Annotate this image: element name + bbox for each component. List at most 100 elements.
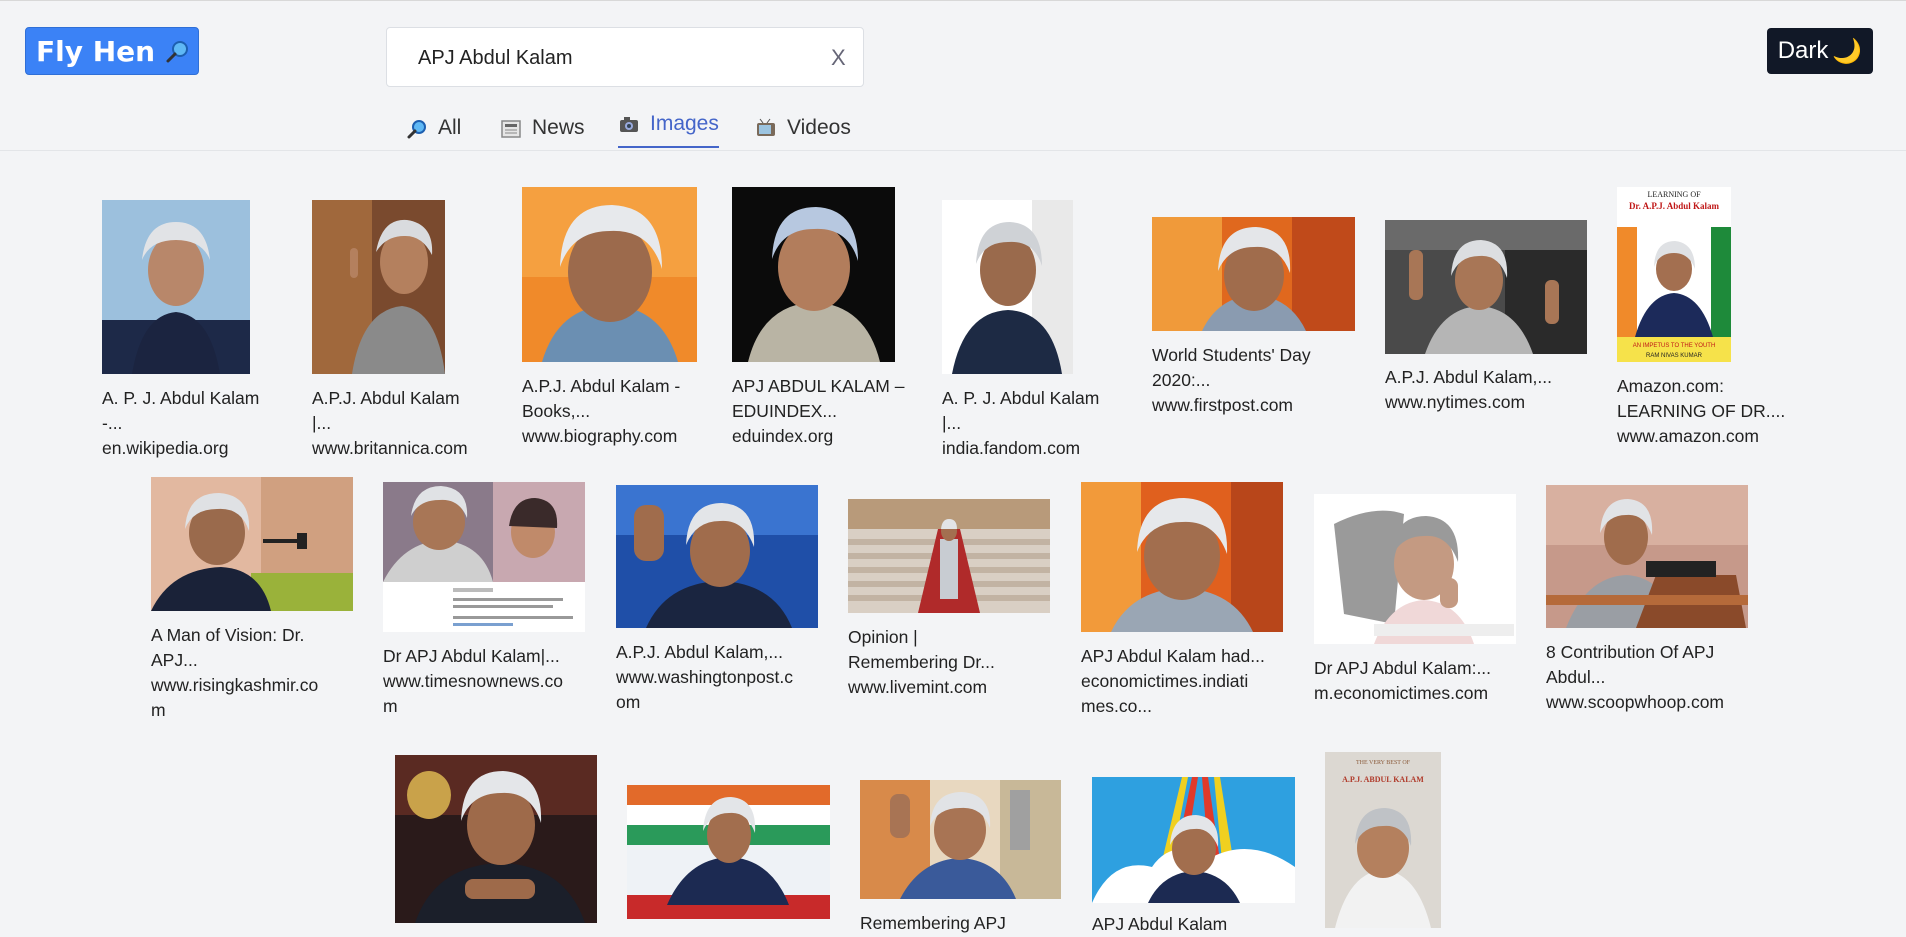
search-box: X: [386, 27, 864, 87]
search-input[interactable]: [416, 44, 800, 72]
result-title: APJ Abdul Kalam: [1092, 914, 1228, 934]
result-image[interactable]: THE VERY BEST OF A.P.J. ABDUL KALAM: [1325, 752, 1441, 928]
image-result[interactable]: A. P. J. Abdul Kalam -... en.wikipedia.or…: [102, 200, 262, 460]
result-image[interactable]: [1092, 777, 1295, 903]
result-title: A.P.J. Abdul Kalam,...: [616, 642, 783, 662]
result-image[interactable]: [1152, 217, 1355, 331]
result-image[interactable]: [942, 200, 1073, 374]
result-image[interactable]: [848, 499, 1050, 613]
image-result[interactable]: [627, 785, 837, 928]
book-cover-author-text: RAM NIVAS KUMAR: [1646, 353, 1703, 359]
result-image[interactable]: [732, 187, 895, 362]
image-result[interactable]: LEARNING OF Dr. A.P.J. Abdul Kalam AN IM…: [1617, 187, 1797, 457]
result-domain: www.nytimes.com: [1385, 392, 1526, 412]
camera-icon: [618, 114, 640, 136]
result-image[interactable]: [1385, 220, 1587, 354]
result-image[interactable]: [1081, 482, 1283, 632]
image-result[interactable]: A.P.J. Abdul Kalam,... www.washingtonpost…: [616, 485, 826, 725]
search-icon: [406, 118, 428, 140]
result-image[interactable]: LEARNING OF Dr. A.P.J. Abdul Kalam AN IM…: [1617, 187, 1731, 362]
image-result[interactable]: A Man of Vision: Dr. APJ... www.risingkas…: [151, 477, 361, 727]
result-image[interactable]: [151, 477, 353, 611]
result-domain: www.livemint.com: [848, 677, 988, 697]
image-result[interactable]: Dr APJ Abdul Kalam:... m.economictimes.co…: [1314, 494, 1524, 714]
book-cover-name-text: Dr. A.P.J. Abdul Kalam: [1629, 201, 1720, 211]
result-domain: eduindex.org: [732, 426, 834, 446]
image-result[interactable]: A.P.J. Abdul Kalam - Books,... www.biogra…: [522, 187, 702, 457]
result-image[interactable]: [1314, 494, 1516, 644]
tab-all[interactable]: All: [406, 116, 461, 152]
result-title: A Man of Vision: Dr. APJ...: [151, 625, 305, 670]
result-domain: economictimes.indiati mes.co...: [1081, 671, 1249, 716]
tab-images[interactable]: Images: [618, 112, 719, 148]
tab-label: Images: [650, 112, 719, 135]
result-domain: india.fandom.com: [942, 438, 1081, 458]
dark-mode-label: Dark: [1777, 37, 1829, 64]
result-title: Dr APJ Abdul Kalam:...: [1314, 658, 1492, 678]
result-domain: www.biography.com: [522, 426, 678, 446]
result-domain: www.scoopwhoop.com: [1546, 692, 1724, 712]
image-result[interactable]: Remembering APJ: [860, 780, 1070, 933]
clear-search-button[interactable]: X: [831, 45, 846, 71]
image-result[interactable]: 8 Contribution Of APJ Abdul... www.scoopw…: [1546, 485, 1756, 725]
magnifier-icon: [165, 38, 191, 64]
result-title: A.P.J. Abdul Kalam - Books,...: [522, 376, 681, 421]
result-domain: www.firstpost.com: [1152, 395, 1293, 415]
logo-button[interactable]: Fly Hen: [25, 27, 199, 75]
image-result[interactable]: A.P.J. Abdul Kalam |... www.britannica.co…: [312, 200, 482, 460]
book-cover-tag-text: AN IMPETUS TO THE YOUTH: [1633, 343, 1716, 349]
result-title: Dr APJ Abdul Kalam|...: [383, 646, 560, 666]
header: Fly Hen X Dark 🌙 All News Images Videos: [0, 0, 1906, 151]
tab-label: All: [438, 116, 462, 139]
result-title: Opinion | Remembering Dr...: [848, 627, 995, 672]
book-cover-2-name-text: A.P.J. ABDUL KALAM: [1342, 775, 1424, 784]
book-cover-top-text: LEARNING OF: [1647, 190, 1701, 199]
image-result[interactable]: APJ Abdul Kalam: [1092, 777, 1302, 934]
result-domain: www.risingkashmir.co m: [151, 675, 319, 720]
result-domain: www.washingtonpost.c om: [616, 667, 794, 712]
tab-label: News: [532, 116, 585, 139]
image-result[interactable]: Dr APJ Abdul Kalam|... www.timesnownews.c…: [383, 482, 593, 722]
result-title: A.P.J. Abdul Kalam |...: [312, 388, 460, 433]
result-title: APJ Abdul Kalam had...: [1081, 646, 1265, 666]
moon-icon: 🌙: [1832, 37, 1863, 65]
image-result[interactable]: [395, 755, 605, 928]
result-image[interactable]: [1546, 485, 1748, 628]
result-domain: www.timesnownews.co m: [383, 671, 563, 716]
result-image[interactable]: [102, 200, 250, 374]
result-image[interactable]: [522, 187, 697, 362]
result-image[interactable]: [860, 780, 1061, 899]
newspaper-icon: [500, 118, 522, 140]
book-cover-2-top-text: THE VERY BEST OF: [1356, 760, 1411, 766]
image-result[interactable]: APJ ABDUL KALAM – EDUINDEX... eduindex.or…: [732, 187, 912, 457]
image-result[interactable]: A.P.J. Abdul Kalam,... www.nytimes.com: [1385, 220, 1595, 440]
result-domain: www.britannica.com: [312, 438, 468, 458]
result-title: World Students' Day 2020:...: [1152, 345, 1311, 390]
result-image[interactable]: [395, 755, 597, 923]
logo-text: Fly Hen: [36, 34, 156, 68]
result-title: Amazon.com: LEARNING OF DR....: [1617, 376, 1786, 421]
result-title: A. P. J. Abdul Kalam |...: [942, 388, 1100, 433]
tab-news[interactable]: News: [500, 116, 585, 152]
image-result[interactable]: World Students' Day 2020:... www.firstpos…: [1152, 217, 1362, 462]
result-title: 8 Contribution Of APJ Abdul...: [1546, 642, 1715, 687]
tv-icon: [755, 118, 777, 140]
image-result[interactable]: APJ Abdul Kalam had... economictimes.indi…: [1081, 482, 1291, 722]
result-image[interactable]: [627, 785, 830, 919]
result-domain: en.wikipedia.org: [102, 438, 229, 458]
result-image[interactable]: [312, 200, 445, 374]
result-image[interactable]: [616, 485, 818, 628]
result-title: Remembering APJ: [860, 913, 1006, 933]
result-title: A.P.J. Abdul Kalam,...: [1385, 367, 1552, 387]
result-domain: m.economictimes.com: [1314, 683, 1489, 703]
result-domain: www.amazon.com: [1617, 426, 1759, 446]
image-result[interactable]: Opinion | Remembering Dr... www.livemint.…: [848, 499, 1058, 719]
result-image[interactable]: [383, 482, 585, 632]
dark-mode-toggle[interactable]: Dark 🌙: [1767, 28, 1873, 74]
image-result[interactable]: THE VERY BEST OF A.P.J. ABDUL KALAM: [1325, 752, 1505, 928]
image-result[interactable]: A. P. J. Abdul Kalam |... india.fandom.co…: [942, 200, 1122, 460]
result-title: A. P. J. Abdul Kalam -...: [102, 388, 260, 433]
result-title: APJ ABDUL KALAM – EDUINDEX...: [732, 376, 905, 421]
tab-label: Videos: [787, 116, 851, 139]
tab-videos[interactable]: Videos: [755, 116, 851, 152]
